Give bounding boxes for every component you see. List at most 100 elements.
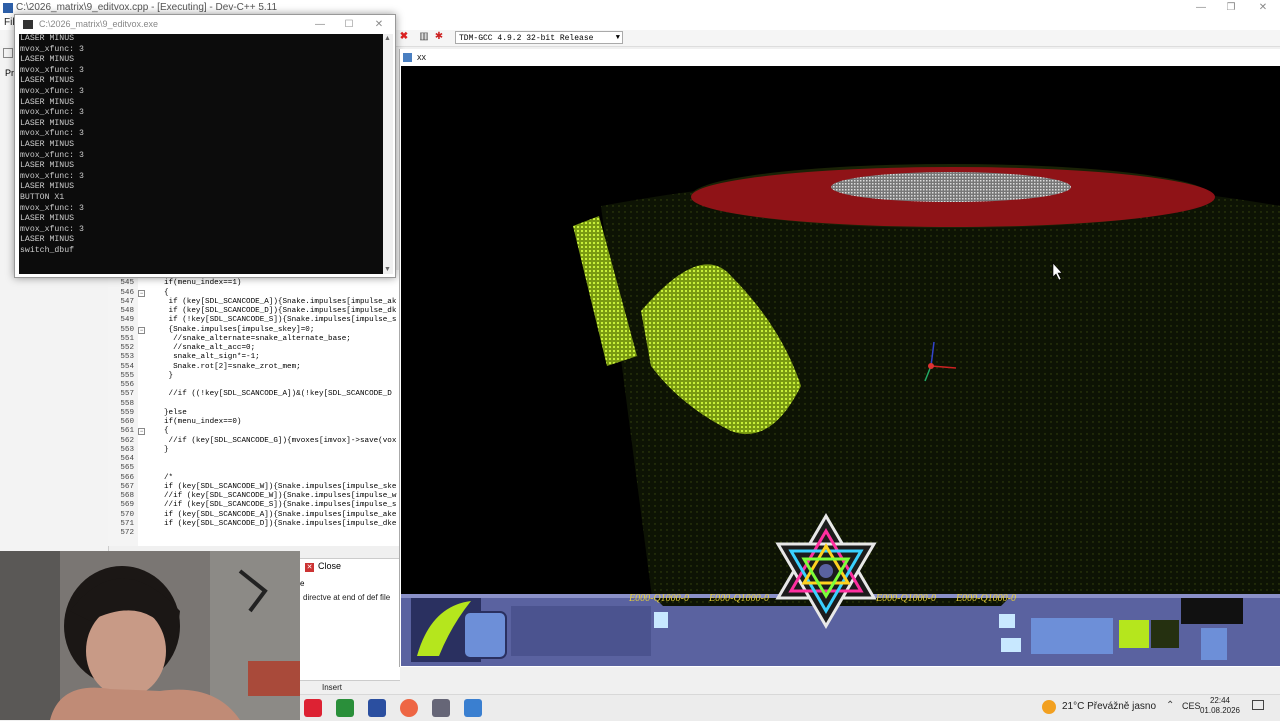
code-line[interactable]: if(menu_index==0) — [164, 418, 241, 426]
line-number: 570 — [120, 510, 134, 519]
code-line[interactable]: if(menu_index==1) — [164, 279, 241, 287]
gizmo-origin — [928, 363, 934, 369]
console-line: mvox_xfunc: 3 — [20, 224, 84, 234]
code-line[interactable]: //snake_alt_acc=0; — [164, 344, 255, 352]
project-icon[interactable] — [3, 48, 13, 58]
code-line[interactable]: }else — [164, 409, 187, 417]
code-line[interactable]: //snake_alternate=snake_alternate_base; — [164, 335, 351, 343]
line-number: 551 — [120, 334, 134, 343]
fold-toggle-icon[interactable]: − — [138, 428, 145, 436]
code-line[interactable]: //if (key[SDL_SCANCODE_G]){mvoxes[imvox]… — [164, 437, 397, 445]
console-line: BUTTON X1 — [20, 192, 65, 202]
line-number: 558 — [120, 399, 134, 408]
game-title-bar[interactable]: xx — [400, 49, 1280, 66]
console-line: mvox_xfunc: 3 — [20, 171, 84, 181]
chart-icon[interactable]: ▥ — [418, 31, 430, 43]
taskbar-app-record-icon[interactable] — [304, 699, 322, 717]
clock[interactable]: 22:44 01.08.2026 — [1196, 696, 1244, 716]
weather-text[interactable]: 21°C Převážně jasno — [1062, 701, 1156, 712]
code-line[interactable]: {Snake.impulses[impulse_skey]=0; — [164, 326, 315, 334]
line-number: 571 — [120, 519, 134, 528]
debug-bug-icon[interactable]: ✱ — [433, 31, 445, 43]
compiler-select-value: TDM-GCC 4.9.2 32-bit Release — [459, 34, 594, 43]
hud-code-3: E000-Q1000-0 — [876, 593, 936, 604]
console-window-title: C:\2026_matrix\9_editvox.exe — [39, 19, 159, 29]
code-line[interactable]: if (key[SDL_SCANCODE_D]){Snake.impulses[… — [164, 520, 396, 528]
console-title-bar[interactable]: C:\2026_matrix\9_editvox.exe — ☐ ✕ — [15, 15, 395, 34]
line-number: 557 — [120, 390, 134, 399]
code-line[interactable]: } — [164, 372, 174, 380]
code-line[interactable]: if (key[SDL_SCANCODE_W]){Snake.impulses[… — [164, 483, 396, 491]
code-line[interactable]: if (key[SDL_SCANCODE_D]){Snake.impulses[… — [164, 307, 397, 315]
fold-toggle-icon[interactable]: − — [138, 289, 145, 297]
code-line[interactable]: Snake.rot[2]=snake_zrot_mem; — [164, 363, 301, 371]
code-line[interactable]: if (key[SDL_SCANCODE_A]){Snake.impulses[… — [164, 511, 396, 519]
game-window-title: xx — [417, 52, 426, 62]
line-number: 561 — [120, 427, 134, 436]
weather-icon[interactable] — [1042, 700, 1056, 714]
taskbar-app-devcpp-icon[interactable] — [368, 699, 386, 717]
console-line: mvox_xfunc: 3 — [20, 108, 84, 118]
line-number: 560 — [120, 418, 134, 426]
close-icon[interactable]: ✕ — [1248, 0, 1278, 16]
game-viewport[interactable]: E000-Q1000-0 E000-Q1000-0 E000-Q1000-0 E… — [401, 66, 1280, 666]
code-line[interactable]: snake_alt_sign*=-1; — [164, 353, 260, 361]
scroll-up-icon[interactable]: ▲ — [384, 35, 391, 42]
line-number: 562 — [120, 436, 134, 445]
game-scene — [401, 164, 1280, 666]
console-scrollbar[interactable]: ▲ ▼ — [383, 34, 393, 274]
hud-code-1: E000-Q1000-0 — [629, 593, 689, 604]
restore-icon[interactable]: ❐ — [1216, 0, 1246, 16]
taskbar-app-chrome-icon[interactable] — [400, 699, 418, 717]
stop-execution-icon[interactable]: ✖ — [398, 31, 410, 43]
code-line[interactable]: //if ((!key[SDL_SCANCODE_A])&(!key[SDL_S… — [164, 390, 392, 398]
taskbar-app-terminal-icon[interactable] — [336, 699, 354, 717]
code-line[interactable]: //if (key[SDL_SCANCODE_S]){Snake.impulse… — [164, 501, 396, 509]
line-number: 565 — [120, 464, 134, 473]
console-close-icon[interactable]: ✕ — [364, 17, 394, 33]
hud-indicator-left — [654, 612, 668, 628]
code-line[interactable]: } — [164, 446, 169, 454]
console-window[interactable]: C:\2026_matrix\9_editvox.exe — ☐ ✕ LASER… — [14, 14, 396, 278]
taskbar-app-game-icon[interactable] — [464, 699, 482, 717]
console-line: mvox_xfunc: 3 — [20, 44, 84, 54]
line-number: 568 — [120, 492, 134, 500]
code-line[interactable]: if (!key[SDL_SCANCODE_S]){Snake.impulses… — [164, 316, 397, 324]
code-line[interactable]: /* — [164, 474, 173, 482]
scroll-down-icon[interactable]: ▼ — [384, 266, 391, 273]
code-editor[interactable]: 544545if(menu_index==1)546{−547 if (key[… — [108, 270, 400, 546]
hud-indicator-right — [999, 614, 1015, 628]
code-line[interactable]: if (key[SDL_SCANCODE_A]){Snake.impulses[… — [164, 298, 397, 306]
code-line[interactable]: { — [164, 289, 169, 297]
console-minimize-icon[interactable]: — — [305, 17, 335, 33]
tray-chevron-up-icon[interactable]: ⌃ — [1166, 700, 1174, 711]
line-number: 550 — [120, 325, 134, 334]
hud-map-grid — [1031, 618, 1113, 654]
console-line: mvox_xfunc: 3 — [20, 203, 84, 213]
console-line: LASER MINUS — [20, 182, 75, 192]
code-line[interactable]: { — [164, 427, 169, 435]
game-window[interactable]: xx E000-Q1000-0 E000-Q1000-0 E000-Q1000-… — [399, 49, 1280, 667]
taskbar-app-window-icon[interactable] — [432, 699, 450, 717]
console-output: LASER MINUS mvox_xfunc: 3 LASER MINUS mvox_… — [19, 34, 383, 274]
compiler-select[interactable]: TDM-GCC 4.9.2 32-bit Release ▼ — [455, 31, 623, 44]
console-app-icon — [23, 20, 33, 29]
close-button[interactable]: ✕ Close — [305, 560, 341, 573]
fold-toggle-icon[interactable]: − — [138, 326, 145, 334]
hud-code-4: E000-Q1000-0 — [956, 593, 1016, 604]
console-maximize-icon[interactable]: ☐ — [334, 17, 364, 33]
notification-icon[interactable] — [1252, 700, 1264, 710]
line-number: 555 — [120, 371, 134, 380]
code-line[interactable]: //if (key[SDL_SCANCODE_W]){Snake.impulse… — [164, 492, 396, 500]
column-marker: e — [300, 579, 305, 588]
hud-right-panel — [1201, 628, 1227, 660]
line-number: 553 — [120, 353, 134, 362]
compiler-output-panel — [300, 558, 400, 681]
line-number: 549 — [120, 316, 134, 325]
minimize-icon[interactable]: — — [1186, 0, 1216, 16]
console-line: LASER MINUS — [20, 34, 75, 43]
console-line: mvox_xfunc: 3 — [20, 150, 84, 160]
webcam-overlay — [0, 551, 300, 720]
console-line: mvox_xfunc: 3 — [20, 86, 84, 96]
line-number: 559 — [120, 408, 134, 417]
